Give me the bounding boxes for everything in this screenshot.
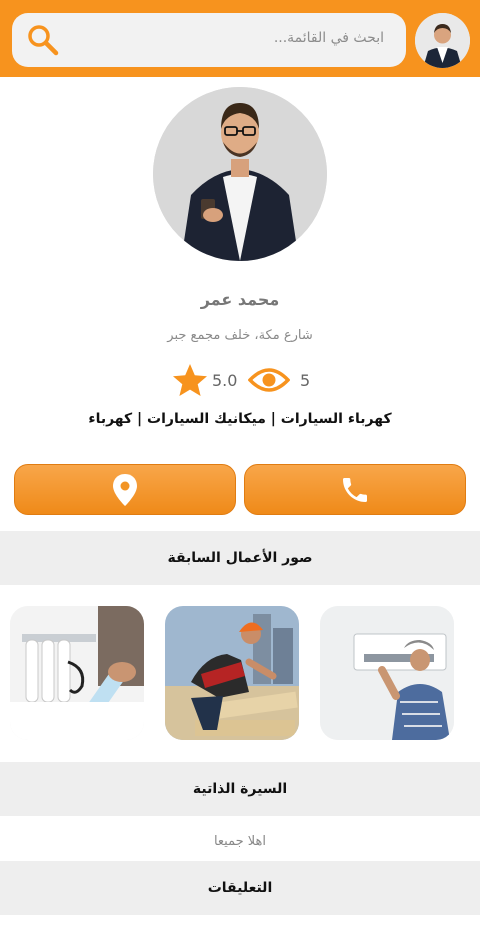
previous-works-title: صور الأعمال السابقة <box>167 550 313 566</box>
location-button[interactable] <box>14 464 236 515</box>
views-count: 5 <box>300 371 311 390</box>
bio-header: السيرة الذاتية <box>0 762 480 816</box>
eye-icon <box>248 368 290 392</box>
comments-title: التعليقات <box>207 880 273 896</box>
search-bar[interactable]: ابحث في القائمة... <box>12 13 406 67</box>
phone-icon <box>343 477 367 502</box>
rating-value: 5.0 <box>212 371 238 390</box>
call-button[interactable] <box>244 464 466 515</box>
bio-title: السيرة الذاتية <box>192 781 288 797</box>
profile-name: محمد عمر <box>200 290 280 309</box>
comments-header[interactable]: التعليقات <box>0 861 480 915</box>
work-photo-construction[interactable] <box>165 606 299 740</box>
top-bar: ابحث في القائمة... <box>0 0 480 77</box>
work-photo-water-filter[interactable] <box>10 606 144 740</box>
stats-row: 5.0 5 <box>0 362 480 398</box>
search-icon[interactable] <box>26 23 60 57</box>
work-photo-ac-repair[interactable] <box>320 606 454 740</box>
map-pin-icon <box>113 473 137 506</box>
profile-address: شارع مكة، خلف مجمع جبر <box>167 328 313 343</box>
user-avatar[interactable] <box>415 13 470 68</box>
search-input[interactable]: ابحث في القائمة... <box>274 30 384 46</box>
bio-text: اهلا جميعا <box>213 834 267 849</box>
star-icon <box>173 364 207 396</box>
service-categories: كهرباء السيارات | ميكانيك السيارات | كهر… <box>88 411 392 427</box>
profile-photo <box>153 87 327 261</box>
previous-works-header: صور الأعمال السابقة <box>0 531 480 585</box>
